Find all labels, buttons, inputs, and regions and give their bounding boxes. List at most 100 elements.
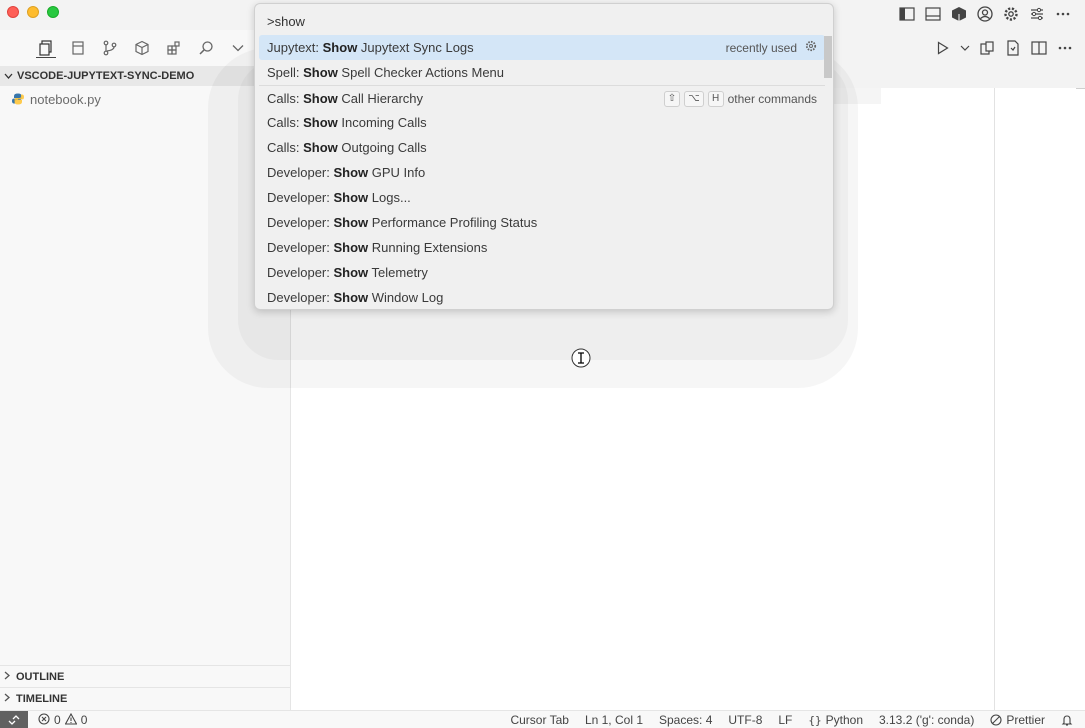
command-item[interactable]: Developer: Show GPU Info [259, 160, 825, 185]
command-category: Developer: [267, 290, 334, 305]
indentation-status[interactable]: Spaces: 4 [659, 713, 712, 727]
command-category: Spell: [267, 65, 304, 80]
command-category: Calls: [267, 115, 304, 130]
command-item[interactable]: Developer: Show Logs... [259, 185, 825, 210]
prettier-label: Prettier [1006, 713, 1045, 727]
file-name: notebook.py [30, 91, 101, 107]
command-item[interactable]: Calls: Show Call Hierarchy ⇧ ⌥ Hother comma… [259, 85, 825, 110]
command-label-rest: Window Log [368, 290, 444, 305]
remote-indicator-button[interactable] [0, 711, 28, 728]
command-category: Developer: [267, 215, 334, 230]
command-label-rest: Incoming Calls [337, 115, 427, 130]
command-match-highlight: Show [333, 165, 369, 180]
prohibited-icon [990, 714, 1002, 726]
cursor-position[interactable]: Ln 1, Col 1 [585, 713, 643, 727]
window: VSCODE-JUPYTEXT-SYNC-DEMO notebook.py OU… [0, 0, 1085, 728]
command-list: Jupytext: Show Jupytext Sync Logs recentl… [259, 35, 825, 309]
command-item[interactable]: Developer: Show Window Log [259, 285, 825, 309]
command-category: Developer: [267, 190, 334, 205]
command-item[interactable]: Developer: Show Performance Profiling St… [259, 210, 825, 235]
language-mode[interactable]: {} Python [808, 713, 863, 727]
chevron-right-icon [4, 693, 10, 705]
more-actions-icon[interactable] [1053, 4, 1073, 24]
maximize-window-button[interactable] [47, 6, 59, 18]
gear-icon[interactable] [1001, 4, 1021, 24]
keybinding-key: ⌥ [684, 90, 704, 107]
source-control-icon[interactable] [100, 38, 120, 58]
customize-layout-icon[interactable] [1027, 4, 1047, 24]
command-match-highlight: Show [303, 140, 338, 155]
command-palette-input[interactable] [261, 8, 827, 34]
command-item[interactable]: Calls: Show Outgoing Calls [259, 135, 825, 160]
archive-icon[interactable] [68, 38, 88, 58]
palette-scrollbar[interactable] [824, 36, 832, 78]
command-category: Developer: [267, 265, 334, 280]
compare-files-icon[interactable] [977, 38, 997, 58]
extension-box-icon[interactable] [949, 4, 969, 24]
open-preview-icon[interactable] [1003, 38, 1023, 58]
outline-section-header[interactable]: OUTLINE [0, 665, 291, 687]
notifications-bell-icon[interactable] [1061, 714, 1073, 726]
error-icon [38, 712, 50, 728]
braces-icon: {} [808, 713, 822, 727]
command-label-rest: Outgoing Calls [337, 140, 427, 155]
command-category: Jupytext: [267, 40, 323, 55]
command-item[interactable]: Jupytext: Show Jupytext Sync Logs recentl… [259, 35, 825, 60]
chevron-down-icon[interactable] [959, 38, 971, 58]
interpreter-status[interactable]: 3.13.2 ('g': conda) [879, 713, 974, 727]
command-item[interactable]: Developer: Show Telemetry [259, 260, 825, 285]
chevron-right-icon [4, 671, 10, 683]
status-bar-right: Cursor Tab Ln 1, Col 1 Spaces: 4 UTF-8 L… [510, 711, 1073, 728]
explorer-files-icon[interactable] [36, 38, 56, 58]
command-match-highlight: Show [322, 40, 358, 55]
toggle-panel-icon[interactable] [923, 4, 943, 24]
error-count: 0 [54, 713, 61, 727]
more-actions-icon[interactable] [1055, 38, 1075, 58]
cube-icon[interactable] [132, 38, 152, 58]
command-item-meta: recently used [726, 35, 817, 60]
remote-icon [8, 715, 20, 725]
command-category: Developer: [267, 165, 334, 180]
other-commands-label: other commands [727, 91, 817, 106]
timeline-section-header[interactable]: TIMELINE [0, 687, 291, 709]
command-match-highlight: Show [333, 290, 369, 305]
warning-count: 0 [80, 713, 88, 727]
prettier-status[interactable]: Prettier [990, 713, 1045, 727]
command-item[interactable]: Spell: Show Spell Checker Actions Menu [259, 60, 825, 85]
command-label-rest: Running Extensions [368, 240, 488, 255]
minimize-window-button[interactable] [27, 6, 39, 18]
command-category: Calls: [267, 90, 304, 106]
explorer-root-label: VSCODE-JUPYTEXT-SYNC-DEMO [17, 70, 195, 82]
command-category: Developer: [267, 240, 334, 255]
eol-status[interactable]: LF [778, 713, 792, 727]
command-match-highlight: Show [303, 115, 338, 130]
close-window-button[interactable] [7, 6, 19, 18]
command-label-rest: Spell Checker Actions Menu [337, 65, 505, 80]
command-label-rest: Logs... [368, 190, 411, 205]
command-category: Calls: [267, 140, 304, 155]
recently-used-label: recently used [725, 40, 797, 55]
cursor-tab-status[interactable]: Cursor Tab [510, 713, 568, 727]
split-editor-icon[interactable] [1029, 38, 1049, 58]
overview-ruler-mark [1076, 88, 1085, 89]
keybinding-key: H [707, 90, 724, 107]
command-palette: Jupytext: Show Jupytext Sync Logs recentl… [254, 3, 834, 310]
toggle-sidebar-icon[interactable] [897, 4, 917, 24]
account-icon[interactable] [975, 4, 995, 24]
search-icon[interactable] [196, 38, 216, 58]
language-label: Python [825, 713, 863, 727]
command-label-rest: Telemetry [368, 265, 428, 280]
command-match-highlight: Show [303, 90, 338, 106]
command-label-rest: Call Hierarchy [337, 90, 424, 106]
run-play-icon[interactable] [933, 38, 953, 58]
problems-indicator[interactable]: 0 0 [38, 711, 87, 728]
command-label-rest: Performance Profiling Status [368, 215, 538, 230]
outline-label: OUTLINE [16, 670, 65, 683]
configure-keybinding-gear-icon[interactable] [805, 40, 817, 55]
encoding-status[interactable]: UTF-8 [728, 713, 762, 727]
command-label-rest: GPU Info [368, 165, 426, 180]
command-item[interactable]: Developer: Show Running Extensions [259, 235, 825, 260]
command-item[interactable]: Calls: Show Incoming Calls [259, 110, 825, 135]
timeline-label: TIMELINE [16, 692, 68, 705]
extensions-icon[interactable] [164, 38, 184, 58]
